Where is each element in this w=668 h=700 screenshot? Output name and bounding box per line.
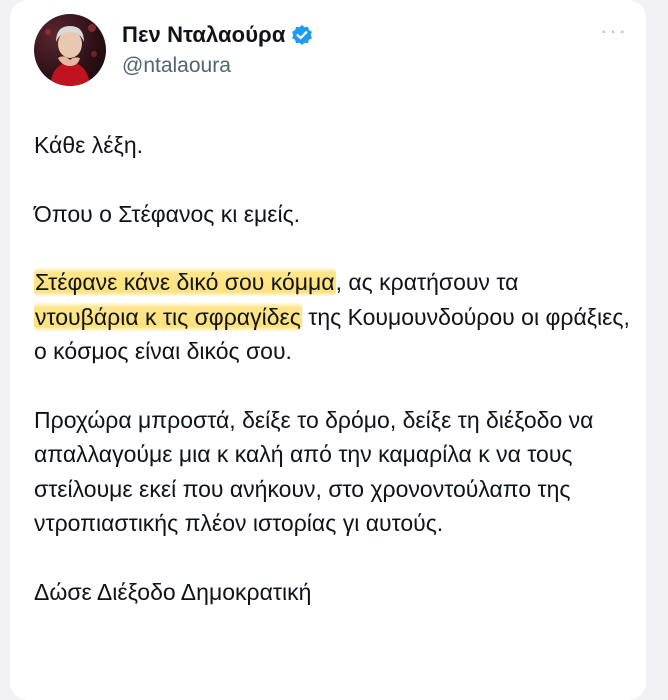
tweet-text: Κάθε λέξη. Όπου ο Στέφανος κι εμείς. Στέ… <box>34 128 634 643</box>
author-display-name[interactable]: Πεν Νταλαούρα <box>122 22 285 48</box>
tweet-paragraph-3: Στέφανε κάνε δικό σου κόμμα, ας κρατήσου… <box>34 265 634 369</box>
tweet-paragraph-5: Δώσε Διέξοδο Δημοκρατική <box>34 578 312 605</box>
tweet-card: Πεν Νταλαούρα @ntalaoura ··· Κάθε λέξη. … <box>10 0 646 700</box>
tweet-text-span: , ας κρατήσουν τα <box>335 269 519 295</box>
more-options-icon[interactable]: ··· <box>600 20 628 42</box>
avatar-image <box>45 24 97 86</box>
tweet-paragraph-2: Όπου ο Στέφανος κι εμείς. <box>34 200 301 227</box>
tweet-paragraph-1: Κάθε λέξη. <box>34 132 144 158</box>
highlighted-text-1: Στέφανε κάνε δικό σου κόμμα <box>34 267 336 297</box>
verified-badge-icon <box>291 24 313 46</box>
highlighted-text-2: ντουβάρια κ τις σφραγίδες <box>34 301 302 332</box>
author-handle[interactable]: @ntalaoura <box>122 54 231 78</box>
tweet-paragraph-4: Προχώρα μπροστά, δείξε το δρόμο, δείξε τ… <box>34 406 594 537</box>
author-name-row: Πεν Νταλαούρα <box>122 22 313 48</box>
avatar[interactable] <box>34 14 106 86</box>
